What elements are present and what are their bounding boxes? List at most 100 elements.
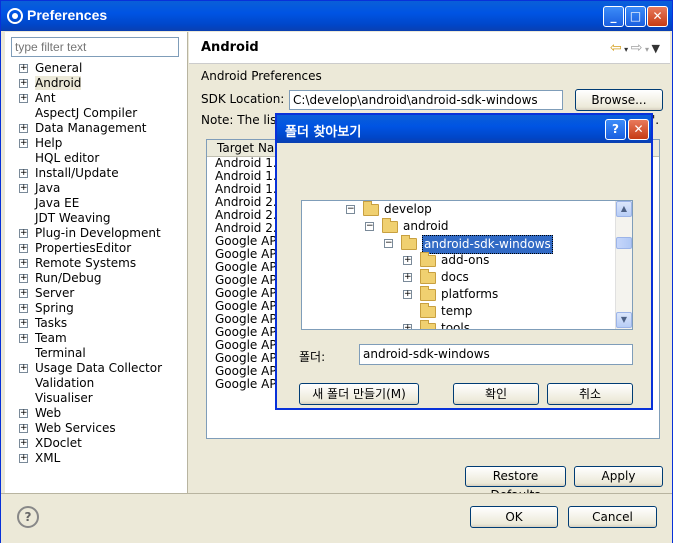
- expand-icon[interactable]: +: [19, 79, 28, 88]
- expand-icon[interactable]: +: [19, 454, 28, 463]
- tree-item[interactable]: + Ant: [17, 91, 162, 106]
- tree-item[interactable]: Validation: [17, 376, 162, 391]
- apply-button[interactable]: Apply: [574, 466, 663, 487]
- tree-item[interactable]: + Team: [17, 331, 162, 346]
- sdk-location-input[interactable]: C:\develop\android\android-sdk-windows: [289, 90, 563, 110]
- expand-icon[interactable]: +: [19, 409, 28, 418]
- filter-input[interactable]: [11, 37, 179, 57]
- dialog-cancel-button[interactable]: 취소: [547, 383, 633, 405]
- dialog-close-button[interactable]: ✕: [628, 119, 649, 140]
- expand-icon[interactable]: +: [19, 124, 28, 133]
- ok-button[interactable]: OK: [470, 506, 558, 528]
- tree-item[interactable]: + Plug-in Development: [17, 226, 162, 241]
- folder-item[interactable]: + docs: [302, 269, 617, 286]
- dialog-help-button[interactable]: ?: [605, 119, 626, 140]
- expand-icon[interactable]: +: [19, 139, 28, 148]
- expand-icon[interactable]: +: [19, 319, 28, 328]
- tree-item[interactable]: Terminal: [17, 346, 162, 361]
- tree-item[interactable]: + Web Services: [17, 421, 162, 436]
- expand-icon[interactable]: +: [19, 169, 28, 178]
- browse-button[interactable]: Browse...: [575, 89, 663, 111]
- folder-item[interactable]: + tools: [302, 320, 617, 329]
- tree-item[interactable]: + Spring: [17, 301, 162, 316]
- expand-icon[interactable]: +: [403, 324, 412, 329]
- expand-icon[interactable]: +: [19, 64, 28, 73]
- help-icon[interactable]: ?: [17, 506, 39, 528]
- maximize-button[interactable]: □: [625, 6, 646, 27]
- minimize-button[interactable]: _: [603, 6, 624, 27]
- folder-item[interactable]: + platforms: [302, 286, 617, 303]
- tree-item-label: AspectJ Compiler: [35, 106, 138, 120]
- tree-item-label: JDT Weaving: [35, 211, 111, 225]
- forward-dropdown-icon[interactable]: ▾: [642, 45, 651, 54]
- tree-item[interactable]: Java EE: [17, 196, 162, 211]
- expand-icon[interactable]: +: [19, 259, 28, 268]
- tree-item[interactable]: + Android: [17, 76, 162, 91]
- folder-item-label: temp: [441, 304, 473, 318]
- folder-tree-scrollbar[interactable]: ▲ ▼: [615, 201, 632, 329]
- tree-item[interactable]: + Install/Update: [17, 166, 162, 181]
- tree-item[interactable]: + Server: [17, 286, 162, 301]
- tree-item[interactable]: + Web: [17, 406, 162, 421]
- tree-item-label: Install/Update: [35, 166, 119, 180]
- back-dropdown-icon[interactable]: ▾: [622, 45, 631, 54]
- back-arrow-icon[interactable]: ⇦: [610, 40, 622, 56]
- dialog-title-bar[interactable]: 폴더 찾아보기 ? ✕: [277, 115, 651, 143]
- tree-item[interactable]: Visualiser: [17, 391, 162, 406]
- folder-item-label: platforms: [441, 287, 499, 301]
- folder-item[interactable]: temp: [302, 303, 617, 320]
- restore-defaults-button[interactable]: Restore Defaults: [465, 466, 566, 502]
- expand-icon[interactable]: +: [403, 273, 412, 282]
- expand-icon[interactable]: +: [19, 94, 28, 103]
- folder-name-input[interactable]: android-sdk-windows: [359, 344, 633, 365]
- expand-icon[interactable]: +: [19, 289, 28, 298]
- expand-icon[interactable]: +: [19, 184, 28, 193]
- folder-item[interactable]: − android: [302, 218, 617, 235]
- scroll-thumb[interactable]: [616, 237, 632, 249]
- tree-item-label: HQL editor: [35, 151, 100, 165]
- tree-item-label: Spring: [35, 301, 74, 315]
- expand-icon[interactable]: +: [403, 290, 412, 299]
- folder-tree[interactable]: − develop − android − android-sdk-windows + add…: [301, 200, 633, 330]
- collapse-icon[interactable]: −: [346, 205, 355, 214]
- tree-item[interactable]: + Remote Systems: [17, 256, 162, 271]
- expand-icon[interactable]: +: [19, 229, 28, 238]
- new-folder-button[interactable]: 새 폴더 만들기(M): [299, 383, 419, 405]
- expand-icon[interactable]: +: [19, 334, 28, 343]
- cancel-button[interactable]: Cancel: [568, 506, 657, 528]
- expand-icon[interactable]: +: [19, 364, 28, 373]
- folder-item[interactable]: − android-sdk-windows: [302, 235, 617, 254]
- tree-item[interactable]: + Java: [17, 181, 162, 196]
- view-menu-icon[interactable]: ▼: [652, 42, 660, 55]
- tree-item[interactable]: + PropertiesEditor: [17, 241, 162, 256]
- expand-icon[interactable]: +: [19, 304, 28, 313]
- tree-item[interactable]: + General: [17, 61, 162, 76]
- collapse-icon[interactable]: −: [365, 222, 374, 231]
- tree-item[interactable]: + XML: [17, 451, 162, 466]
- expand-icon[interactable]: +: [19, 274, 28, 283]
- title-bar[interactable]: Preferences _ □ ✕: [1, 1, 672, 31]
- scroll-up-icon[interactable]: ▲: [616, 201, 632, 217]
- tree-item[interactable]: HQL editor: [17, 151, 162, 166]
- folder-item[interactable]: − develop: [302, 201, 617, 218]
- tree-item[interactable]: + Data Management: [17, 121, 162, 136]
- expand-icon[interactable]: +: [19, 439, 28, 448]
- scroll-down-icon[interactable]: ▼: [616, 312, 632, 328]
- tree-item[interactable]: + Run/Debug: [17, 271, 162, 286]
- tree-item[interactable]: + Tasks: [17, 316, 162, 331]
- tree-item[interactable]: AspectJ Compiler: [17, 106, 162, 121]
- close-button[interactable]: ✕: [647, 6, 668, 27]
- collapse-icon[interactable]: −: [384, 239, 393, 248]
- tree-item[interactable]: JDT Weaving: [17, 211, 162, 226]
- folder-label: 폴더:: [299, 350, 326, 364]
- tree-item[interactable]: + XDoclet: [17, 436, 162, 451]
- folder-item[interactable]: + add-ons: [302, 252, 617, 269]
- tree-item[interactable]: + Usage Data Collector: [17, 361, 162, 376]
- tree-item[interactable]: + Help: [17, 136, 162, 151]
- expand-icon[interactable]: +: [19, 424, 28, 433]
- dialog-ok-button[interactable]: 확인: [453, 383, 539, 405]
- expand-icon[interactable]: +: [403, 256, 412, 265]
- tree-item-label: Web Services: [35, 421, 116, 435]
- forward-arrow-icon[interactable]: ⇨: [631, 40, 643, 56]
- expand-icon[interactable]: +: [19, 244, 28, 253]
